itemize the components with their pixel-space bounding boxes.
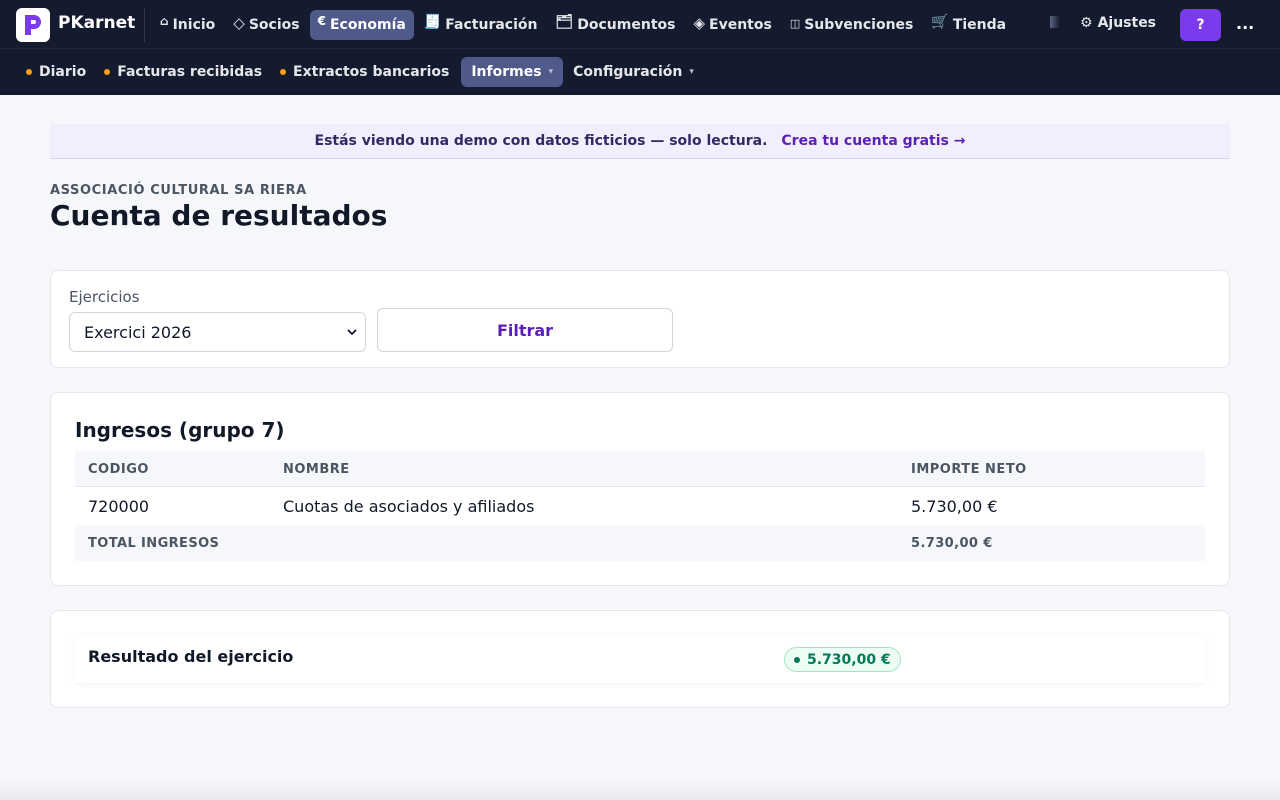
- status-dot-icon: [280, 69, 287, 75]
- row-amount: 5.730,00 €: [911, 497, 998, 516]
- chevron-down-icon: [347, 326, 357, 339]
- chevron-down-icon: ▾: [548, 67, 554, 77]
- demo-banner: Estás viendo una demo con datos ficticio…: [50, 124, 1230, 159]
- nav-item-label: Facturación: [445, 17, 538, 33]
- demo-banner-message: Estás viendo una demo con datos ficticio…: [314, 133, 768, 149]
- nav-item-label: Inicio: [172, 17, 216, 33]
- nav-item-label: Documentos: [577, 17, 676, 33]
- nav-item-eventos[interactable]: ◈ Eventos: [685, 10, 779, 40]
- nav-item-socios[interactable]: ◇ Socios: [225, 10, 307, 40]
- sub-navbar: Diario Facturas recibidas Extractos banc…: [0, 48, 1280, 95]
- brand-logo[interactable]: [16, 8, 50, 42]
- column-header-amount: IMPORTE NETO: [911, 462, 1027, 477]
- logo-p-icon: [25, 15, 41, 35]
- nav-item-ajustes[interactable]: ⚙ Ajustes: [1080, 15, 1156, 31]
- nav-item-label: Subvenciones: [804, 17, 914, 33]
- nav-item-label: Socios: [248, 17, 300, 33]
- result-amount-badge: 5.730,00 €: [784, 647, 901, 672]
- table-total-row: TOTAL INGRESOS 5.730,00 €: [75, 525, 1205, 561]
- cart-icon: 🛒: [931, 14, 949, 30]
- brand-name[interactable]: PKarnet: [58, 13, 135, 33]
- table-header: CODIGO NOMBRE IMPORTE NETO: [75, 451, 1205, 487]
- nav-item-label: Tienda: [952, 17, 1007, 33]
- fiscal-year-selected: Exercici 2026: [84, 322, 192, 342]
- filter-card: Ejercicios Exercici 2026 Filtrar: [50, 270, 1230, 368]
- euro-icon: €: [317, 14, 326, 28]
- fiscal-year-label: Ejercicios: [69, 288, 140, 306]
- subnav-item-facturas-recibidas[interactable]: Facturas recibidas: [98, 57, 270, 87]
- subnav-item-extractos-bancarios[interactable]: Extractos bancarios: [274, 57, 457, 87]
- nav-item-facturacion[interactable]: 🧾 Facturación: [416, 10, 546, 40]
- result-label: Resultado del ejercicio: [88, 647, 294, 666]
- folder-icon: 🗂: [555, 14, 574, 30]
- subnav-item-label: Extractos bancarios: [293, 64, 450, 80]
- filter-button[interactable]: Filtrar: [377, 308, 673, 352]
- row-name: Cuotas de asociados y afiliados: [283, 497, 535, 516]
- nav-divider: [144, 8, 145, 42]
- fiscal-year-select[interactable]: Exercici 2026: [69, 312, 366, 352]
- home-icon: ⌂: [160, 14, 169, 28]
- income-section-title: Ingresos (grupo 7): [75, 418, 285, 442]
- subnav-item-label: Configuración: [573, 64, 683, 80]
- status-dot-icon: [26, 69, 32, 75]
- subnav-item-configuracion[interactable]: Configuración ▾: [567, 57, 702, 87]
- columns-icon: ◫: [789, 16, 801, 30]
- main-nav: ⌂ Inicio ◇ Socios € Economía 🧾 Facturaci…: [152, 10, 1014, 40]
- subnav-item-diario[interactable]: Diario: [20, 57, 94, 87]
- help-button[interactable]: ?: [1180, 9, 1221, 41]
- nav-item-label: Economía: [329, 17, 406, 33]
- income-card: Ingresos (grupo 7) CODIGO NOMBRE IMPORTE…: [50, 392, 1230, 586]
- economy-subnav: Diario Facturas recibidas Extractos banc…: [20, 57, 702, 87]
- organization-name: ASSOCIACIÓ CULTURAL SA RIERA: [50, 183, 307, 198]
- column-header-name: NOMBRE: [283, 462, 350, 477]
- table-row: 720000 Cuotas de asociados y afiliados 5…: [75, 487, 1205, 525]
- chevron-down-icon: ▾: [689, 67, 694, 77]
- result-card: Resultado del ejercicio 5.730,00 €: [50, 610, 1230, 708]
- top-navbar: PKarnet ⌂ Inicio ◇ Socios € Economía 🧾 F…: [0, 0, 1280, 48]
- nav-item-inicio[interactable]: ⌂ Inicio: [152, 10, 223, 40]
- diamond-icon: ◇: [233, 13, 245, 32]
- nav-item-tienda[interactable]: 🛒 Tienda: [923, 10, 1014, 40]
- receipt-icon: 🧾: [423, 14, 442, 30]
- result-row: Resultado del ejercicio 5.730,00 €: [75, 635, 1205, 683]
- event-diamond-icon: ◈: [693, 13, 706, 32]
- status-dot-icon: [104, 69, 111, 75]
- subnav-item-label: Informes: [471, 64, 542, 80]
- nav-item-documentos[interactable]: 🗂 Documentos: [547, 10, 683, 40]
- more-menu-button[interactable]: ...: [1236, 14, 1254, 33]
- positive-dot-icon: [794, 656, 800, 663]
- nav-item-label: Eventos: [709, 17, 772, 33]
- nav-item-economia[interactable]: € Economía: [309, 10, 414, 40]
- overflow-fade-icon: [1050, 16, 1060, 28]
- total-amount: 5.730,00 €: [911, 536, 993, 551]
- create-account-link[interactable]: Crea tu cuenta gratis →: [781, 133, 965, 149]
- nav-item-subvenciones[interactable]: ◫ Subvenciones: [782, 10, 922, 40]
- column-header-code: CODIGO: [88, 462, 149, 477]
- page-title: Cuenta de resultados: [50, 199, 388, 232]
- subnav-item-informes[interactable]: Informes ▾: [461, 57, 564, 87]
- total-label: TOTAL INGRESOS: [88, 536, 220, 551]
- bottom-shadow: [0, 780, 1280, 800]
- gear-icon: ⚙: [1080, 15, 1093, 31]
- result-amount: 5.730,00 €: [807, 651, 891, 668]
- subnav-item-label: Facturas recibidas: [117, 64, 263, 80]
- nav-item-label: Ajustes: [1097, 15, 1157, 31]
- row-code: 720000: [88, 497, 150, 516]
- subnav-item-label: Diario: [39, 64, 87, 80]
